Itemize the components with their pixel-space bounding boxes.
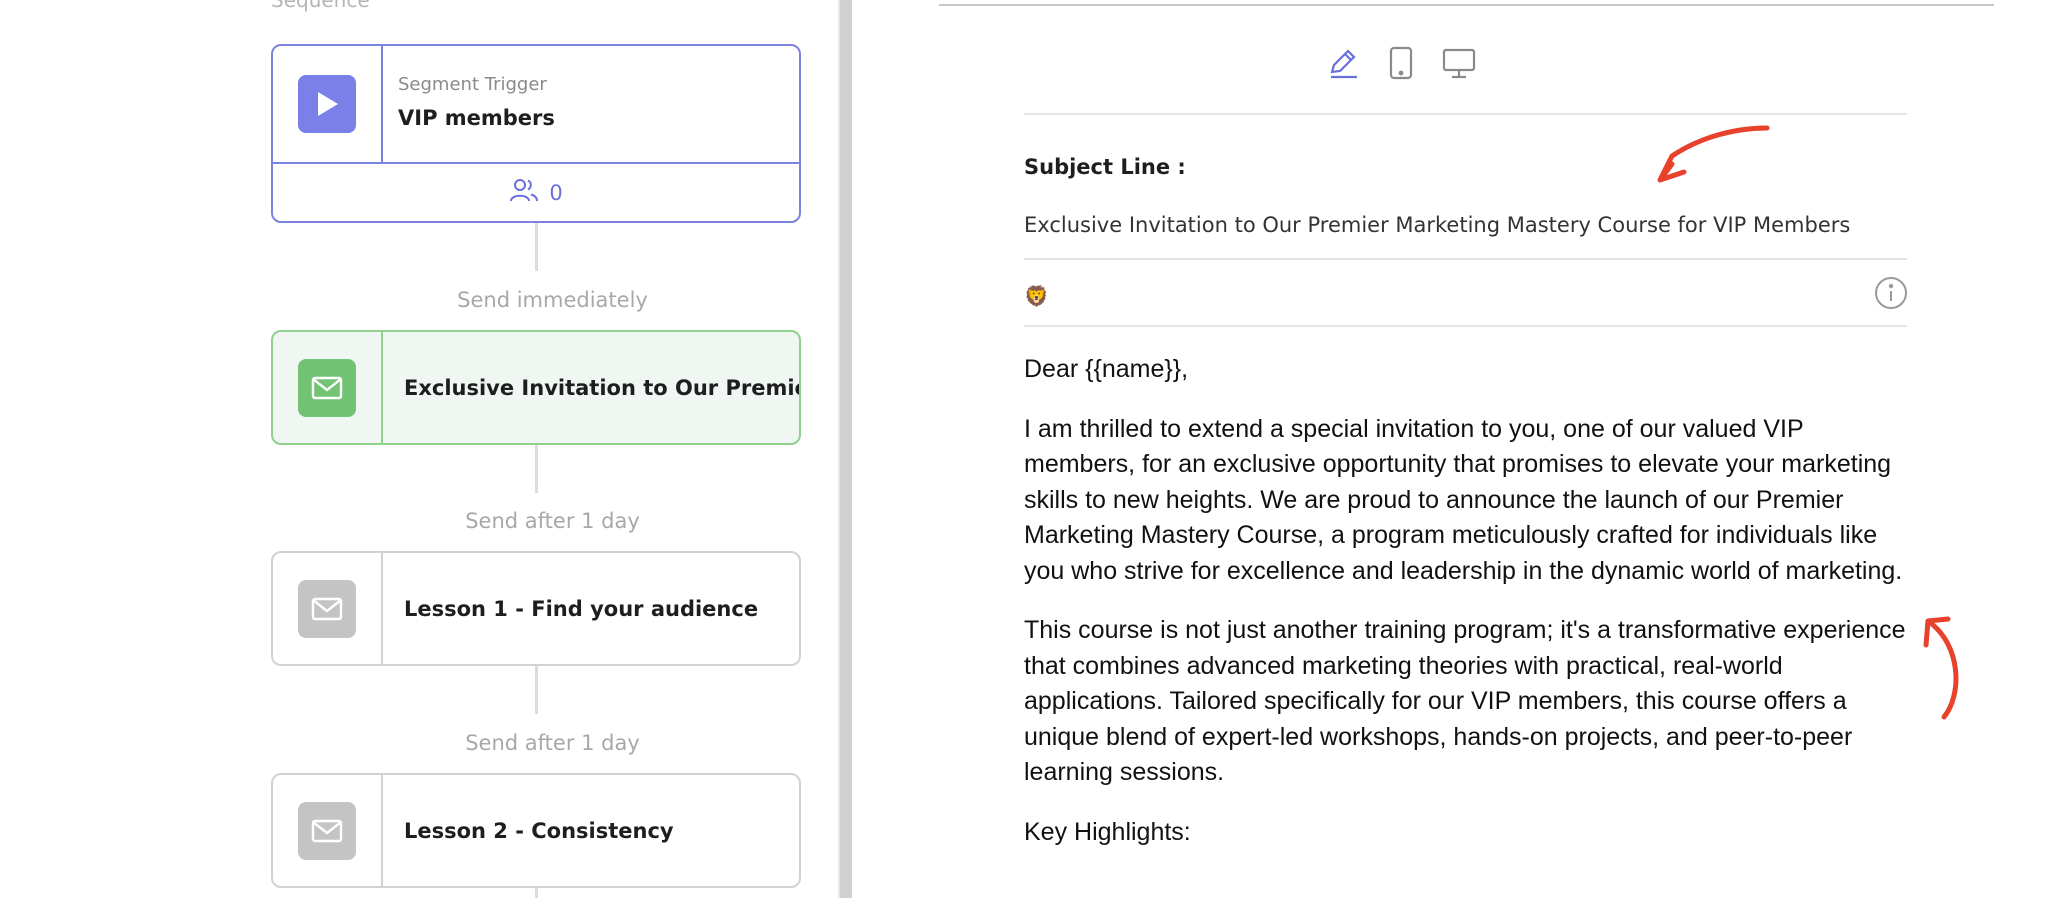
preheader-emoji[interactable]: 🦁 xyxy=(1024,284,1049,308)
envelope-icon xyxy=(298,358,356,417)
greeting: Dear {{name}}, xyxy=(1024,355,1189,383)
email-step-card[interactable]: Lesson 1 - Find your audience xyxy=(271,551,801,666)
pencil-icon[interactable] xyxy=(1326,46,1360,80)
member-count[interactable]: 0 xyxy=(273,164,799,221)
trigger-icon-column xyxy=(273,46,383,162)
envelope-icon xyxy=(298,801,356,860)
segment-trigger-card[interactable]: Segment Trigger VIP members 0 xyxy=(271,44,801,223)
top-divider xyxy=(939,4,1994,6)
desktop-icon[interactable] xyxy=(1442,46,1476,80)
email-body-editor[interactable]: Dear {{name}}, I am thrilled to extend a… xyxy=(1024,352,1914,874)
body-paragraph: This course is not just another training… xyxy=(1024,616,1906,786)
sequence-panel: Sequence Segment Trigger VIP members 0 S… xyxy=(0,0,838,898)
sequence-label: Sequence xyxy=(271,0,370,12)
mobile-icon[interactable] xyxy=(1388,46,1414,80)
trigger-segment-name: VIP members xyxy=(398,106,555,130)
email-step-title: Lesson 2 - Consistency xyxy=(404,818,674,843)
delay-label: Send after 1 day xyxy=(465,509,640,533)
envelope-icon xyxy=(298,579,356,638)
divider xyxy=(1024,113,1907,115)
email-step-card[interactable]: Exclusive Invitation to Our Premier... xyxy=(271,330,801,445)
connector-line xyxy=(535,888,538,898)
connector-line xyxy=(535,223,538,271)
annotation-arrow-icon xyxy=(1657,125,1770,183)
email-step-card[interactable]: Lesson 2 - Consistency xyxy=(271,773,801,888)
email-icon-column xyxy=(273,553,383,664)
connector-line xyxy=(535,445,538,493)
play-icon xyxy=(298,75,356,133)
delay-label: Send after 1 day xyxy=(465,731,640,755)
member-count-value: 0 xyxy=(549,180,563,205)
info-icon[interactable] xyxy=(1874,276,1908,314)
trigger-header: Segment Trigger VIP members xyxy=(273,46,799,164)
email-step-title: Exclusive Invitation to Our Premier... xyxy=(404,375,801,400)
subject-line-label: Subject Line : xyxy=(1024,155,1186,179)
subject-line-field[interactable]: Exclusive Invitation to Our Premier Mark… xyxy=(1024,213,1850,237)
email-icon-column xyxy=(273,332,383,443)
key-highlights-heading: Key Highlights: xyxy=(1024,817,1191,846)
view-mode-toolbar xyxy=(1326,46,1476,80)
divider xyxy=(1024,258,1907,260)
body-paragraph: I am thrilled to extend a special invita… xyxy=(1024,414,1903,585)
connector-line xyxy=(535,666,538,714)
email-editor-panel: Subject Line : Exclusive Invitation to O… xyxy=(852,0,2048,898)
email-step-title: Lesson 1 - Find your audience xyxy=(404,596,759,621)
delay-label: Send immediately xyxy=(457,288,648,312)
divider xyxy=(1024,325,1907,327)
users-icon xyxy=(509,177,539,208)
email-icon-column xyxy=(273,775,383,886)
trigger-type-label: Segment Trigger xyxy=(398,74,547,95)
